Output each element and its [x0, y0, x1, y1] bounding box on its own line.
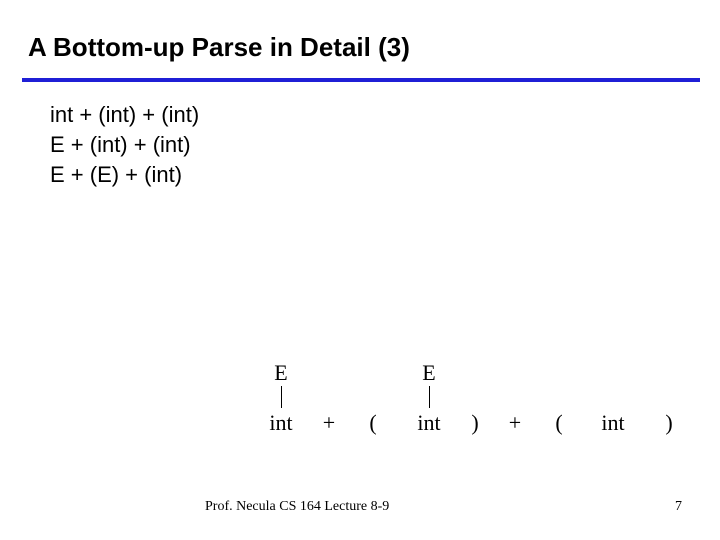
footer-page-number: 7: [675, 499, 682, 515]
tree-edge-1: [281, 386, 282, 408]
tree-token-lpar1: (: [363, 410, 383, 436]
title-underline: [22, 78, 700, 82]
tree-token-int3: int: [595, 410, 631, 436]
derivation-lines: int + (int) + (int) E + (int) + (int) E …: [50, 100, 199, 190]
derivation-line-3: E + (E) + (int): [50, 160, 199, 190]
tree-token-lpar2: (: [549, 410, 569, 436]
tree-token-rpar2: ): [659, 410, 679, 436]
tree-token-plus2: +: [505, 410, 525, 436]
tree-token-int1: int: [263, 410, 299, 436]
tree-token-rpar1: ): [465, 410, 485, 436]
tree-node-E2: E: [419, 360, 439, 386]
derivation-line-1: int + (int) + (int): [50, 100, 199, 130]
slide: A Bottom-up Parse in Detail (3) int + (i…: [0, 0, 720, 540]
slide-title: A Bottom-up Parse in Detail (3): [28, 32, 410, 63]
parse-tree: E E int + ( int ) + ( int ): [255, 360, 705, 460]
tree-token-int2: int: [411, 410, 447, 436]
derivation-line-2: E + (int) + (int): [50, 130, 199, 160]
tree-edge-2: [429, 386, 430, 408]
footer-lecture: Prof. Necula CS 164 Lecture 8-9: [205, 499, 389, 515]
tree-node-E1: E: [271, 360, 291, 386]
tree-token-plus1: +: [319, 410, 339, 436]
